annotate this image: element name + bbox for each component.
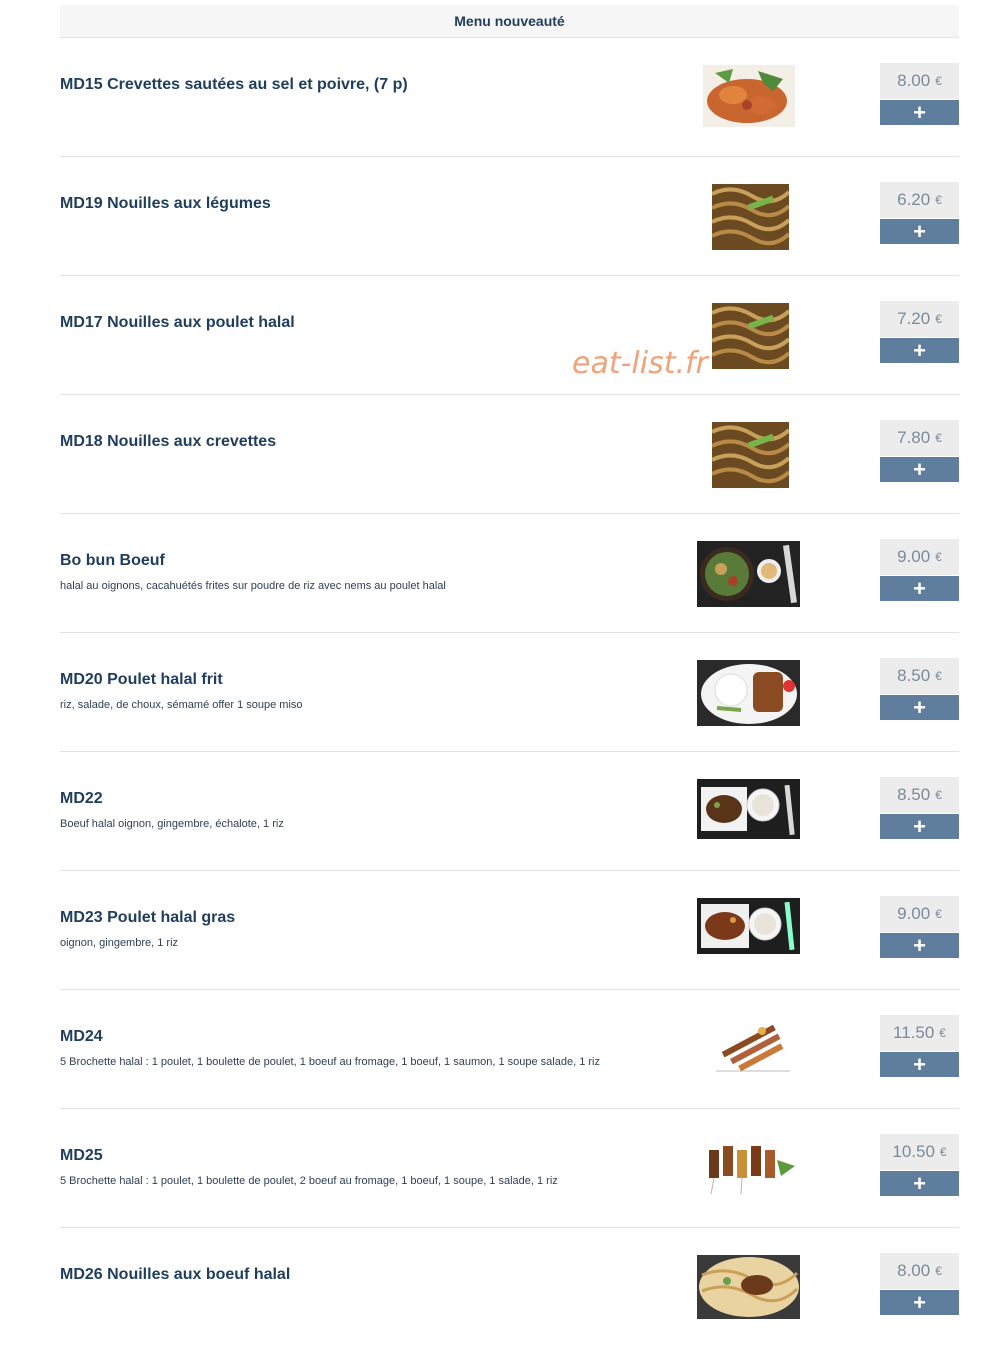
add-to-cart-button[interactable]: +: [880, 338, 959, 363]
item-title: MD15 Crevettes sautées au sel et poivre,…: [60, 76, 408, 93]
plus-icon: +: [913, 456, 926, 482]
add-to-cart-button[interactable]: +: [880, 933, 959, 958]
add-to-cart-button[interactable]: +: [880, 457, 959, 482]
add-to-cart-button[interactable]: +: [880, 1290, 959, 1315]
currency-symbol: €: [935, 1264, 942, 1278]
watermark-text: eat-list.fr: [572, 346, 708, 381]
beef-noodles-dish-photo: [697, 1255, 800, 1319]
item-title: MD20 Poulet halal frit: [60, 671, 223, 688]
price-value: 10.50: [892, 1142, 935, 1161]
fried-chicken-dish-photo: [697, 660, 800, 726]
currency-symbol: €: [939, 1145, 947, 1159]
menu-title: Menu nouveauté: [454, 13, 565, 29]
menu-item-row: Bo bun Boeuf halal au oignons, cacahuété…: [60, 514, 959, 633]
item-title: MD18 Nouilles aux crevettes: [60, 433, 277, 450]
price-badge: 8.00 €: [880, 1253, 959, 1289]
add-to-cart-button[interactable]: +: [880, 1171, 959, 1196]
currency-symbol: €: [935, 907, 942, 921]
plus-icon: +: [913, 218, 926, 244]
menu-item-row: MD24 5 Brochette halal : 1 poulet, 1 bou…: [60, 990, 959, 1109]
item-title: MD23 Poulet halal gras: [60, 909, 236, 926]
currency-symbol: €: [935, 312, 942, 326]
shrimp-dish-photo: [703, 65, 795, 127]
menu-item-row: MD18 Nouilles aux crevettes 7.80 € +: [60, 395, 959, 514]
noodles-dish-photo: [712, 422, 789, 488]
plus-icon: +: [913, 1051, 926, 1077]
currency-symbol: €: [935, 193, 942, 207]
price-badge: 9.00 €: [880, 896, 959, 932]
price-badge: 10.50 €: [880, 1134, 959, 1170]
beef-dish-photo: [697, 779, 800, 839]
bo-bun-dish-photo: [697, 541, 800, 607]
item-description: 5 Brochette halal : 1 poulet, 1 boulette…: [60, 1175, 558, 1187]
chicken-dish-photo: [697, 898, 800, 954]
plus-icon: +: [913, 1289, 926, 1315]
currency-symbol: €: [935, 74, 942, 88]
plus-icon: +: [913, 575, 926, 601]
item-title: MD26 Nouilles aux boeuf halal: [60, 1266, 291, 1283]
add-to-cart-button[interactable]: +: [880, 695, 959, 720]
add-to-cart-button[interactable]: +: [880, 1052, 959, 1077]
menu-item-row: MD15 Crevettes sautées au sel et poivre,…: [60, 38, 959, 157]
menu-item-row: MD19 Nouilles aux légumes 6.20 € +: [60, 157, 959, 276]
plus-icon: +: [913, 694, 926, 720]
price-value: 9.00: [897, 904, 931, 923]
noodles-dish-photo: [712, 303, 789, 369]
menu-item-row: MD17 Nouilles aux poulet halal 7.20 € +: [60, 276, 959, 395]
price-value: 7.80: [897, 428, 931, 447]
currency-symbol: €: [935, 669, 942, 683]
add-to-cart-button[interactable]: +: [880, 100, 959, 125]
price-badge: 8.50 €: [880, 777, 959, 813]
menu-item-row: MD25 5 Brochette halal : 1 poulet, 1 bou…: [60, 1109, 959, 1228]
menu-item-row: MD22 Boeuf halal oignon, gingembre, écha…: [60, 752, 959, 871]
price-value: 8.00: [897, 1261, 931, 1280]
price-value: 8.50: [897, 666, 931, 685]
currency-symbol: €: [935, 550, 942, 564]
item-title: MD24: [60, 1028, 103, 1045]
item-title: Bo bun Boeuf: [60, 552, 165, 569]
price-badge: 7.20 €: [880, 301, 959, 337]
item-title: MD22: [60, 790, 103, 807]
noodles-dish-photo: [712, 184, 789, 250]
price-value: 6.20: [897, 190, 931, 209]
currency-symbol: €: [935, 788, 942, 802]
skewers-dish-photo: [712, 1017, 791, 1073]
plus-icon: +: [913, 337, 926, 363]
add-to-cart-button[interactable]: +: [880, 576, 959, 601]
item-description: riz, salade, de choux, sémamé offer 1 so…: [60, 699, 303, 711]
menu-item-row: MD20 Poulet halal frit riz, salade, de c…: [60, 633, 959, 752]
menu-header: Menu nouveauté: [60, 5, 959, 38]
menu-container: Menu nouveauté MD15 Crevettes sautées au…: [60, 5, 959, 1346]
item-title: MD25: [60, 1147, 103, 1164]
currency-symbol: €: [935, 431, 942, 445]
price-badge: 11.50 €: [880, 1015, 959, 1051]
item-title: MD17 Nouilles aux poulet halal: [60, 314, 295, 331]
item-description: oignon, gingembre, 1 riz: [60, 937, 179, 949]
price-value: 8.00: [897, 71, 931, 90]
price-badge: 8.50 €: [880, 658, 959, 694]
menu-item-row: MD23 Poulet halal gras oignon, gingembre…: [60, 871, 959, 990]
skewers-dish-photo: [697, 1136, 800, 1198]
plus-icon: +: [913, 1170, 926, 1196]
item-title: MD19 Nouilles aux légumes: [60, 195, 271, 212]
add-to-cart-button[interactable]: +: [880, 219, 959, 244]
price-badge: 8.00 €: [880, 63, 959, 99]
price-value: 11.50: [893, 1023, 935, 1042]
item-description: 5 Brochette halal : 1 poulet, 1 boulette…: [60, 1056, 600, 1068]
price-badge: 6.20 €: [880, 182, 959, 218]
price-value: 7.20: [897, 309, 931, 328]
currency-symbol: €: [939, 1026, 946, 1040]
price-badge: 9.00 €: [880, 539, 959, 575]
price-badge: 7.80 €: [880, 420, 959, 456]
plus-icon: +: [913, 932, 926, 958]
plus-icon: +: [913, 99, 926, 125]
item-description: halal au oignons, cacahuétés frites sur …: [60, 580, 446, 592]
menu-item-row: MD26 Nouilles aux boeuf halal 8.00 € +: [60, 1228, 959, 1346]
plus-icon: +: [913, 813, 926, 839]
add-to-cart-button[interactable]: +: [880, 814, 959, 839]
price-value: 9.00: [897, 547, 931, 566]
price-value: 8.50: [897, 785, 931, 804]
item-description: Boeuf halal oignon, gingembre, échalote,…: [60, 818, 284, 830]
